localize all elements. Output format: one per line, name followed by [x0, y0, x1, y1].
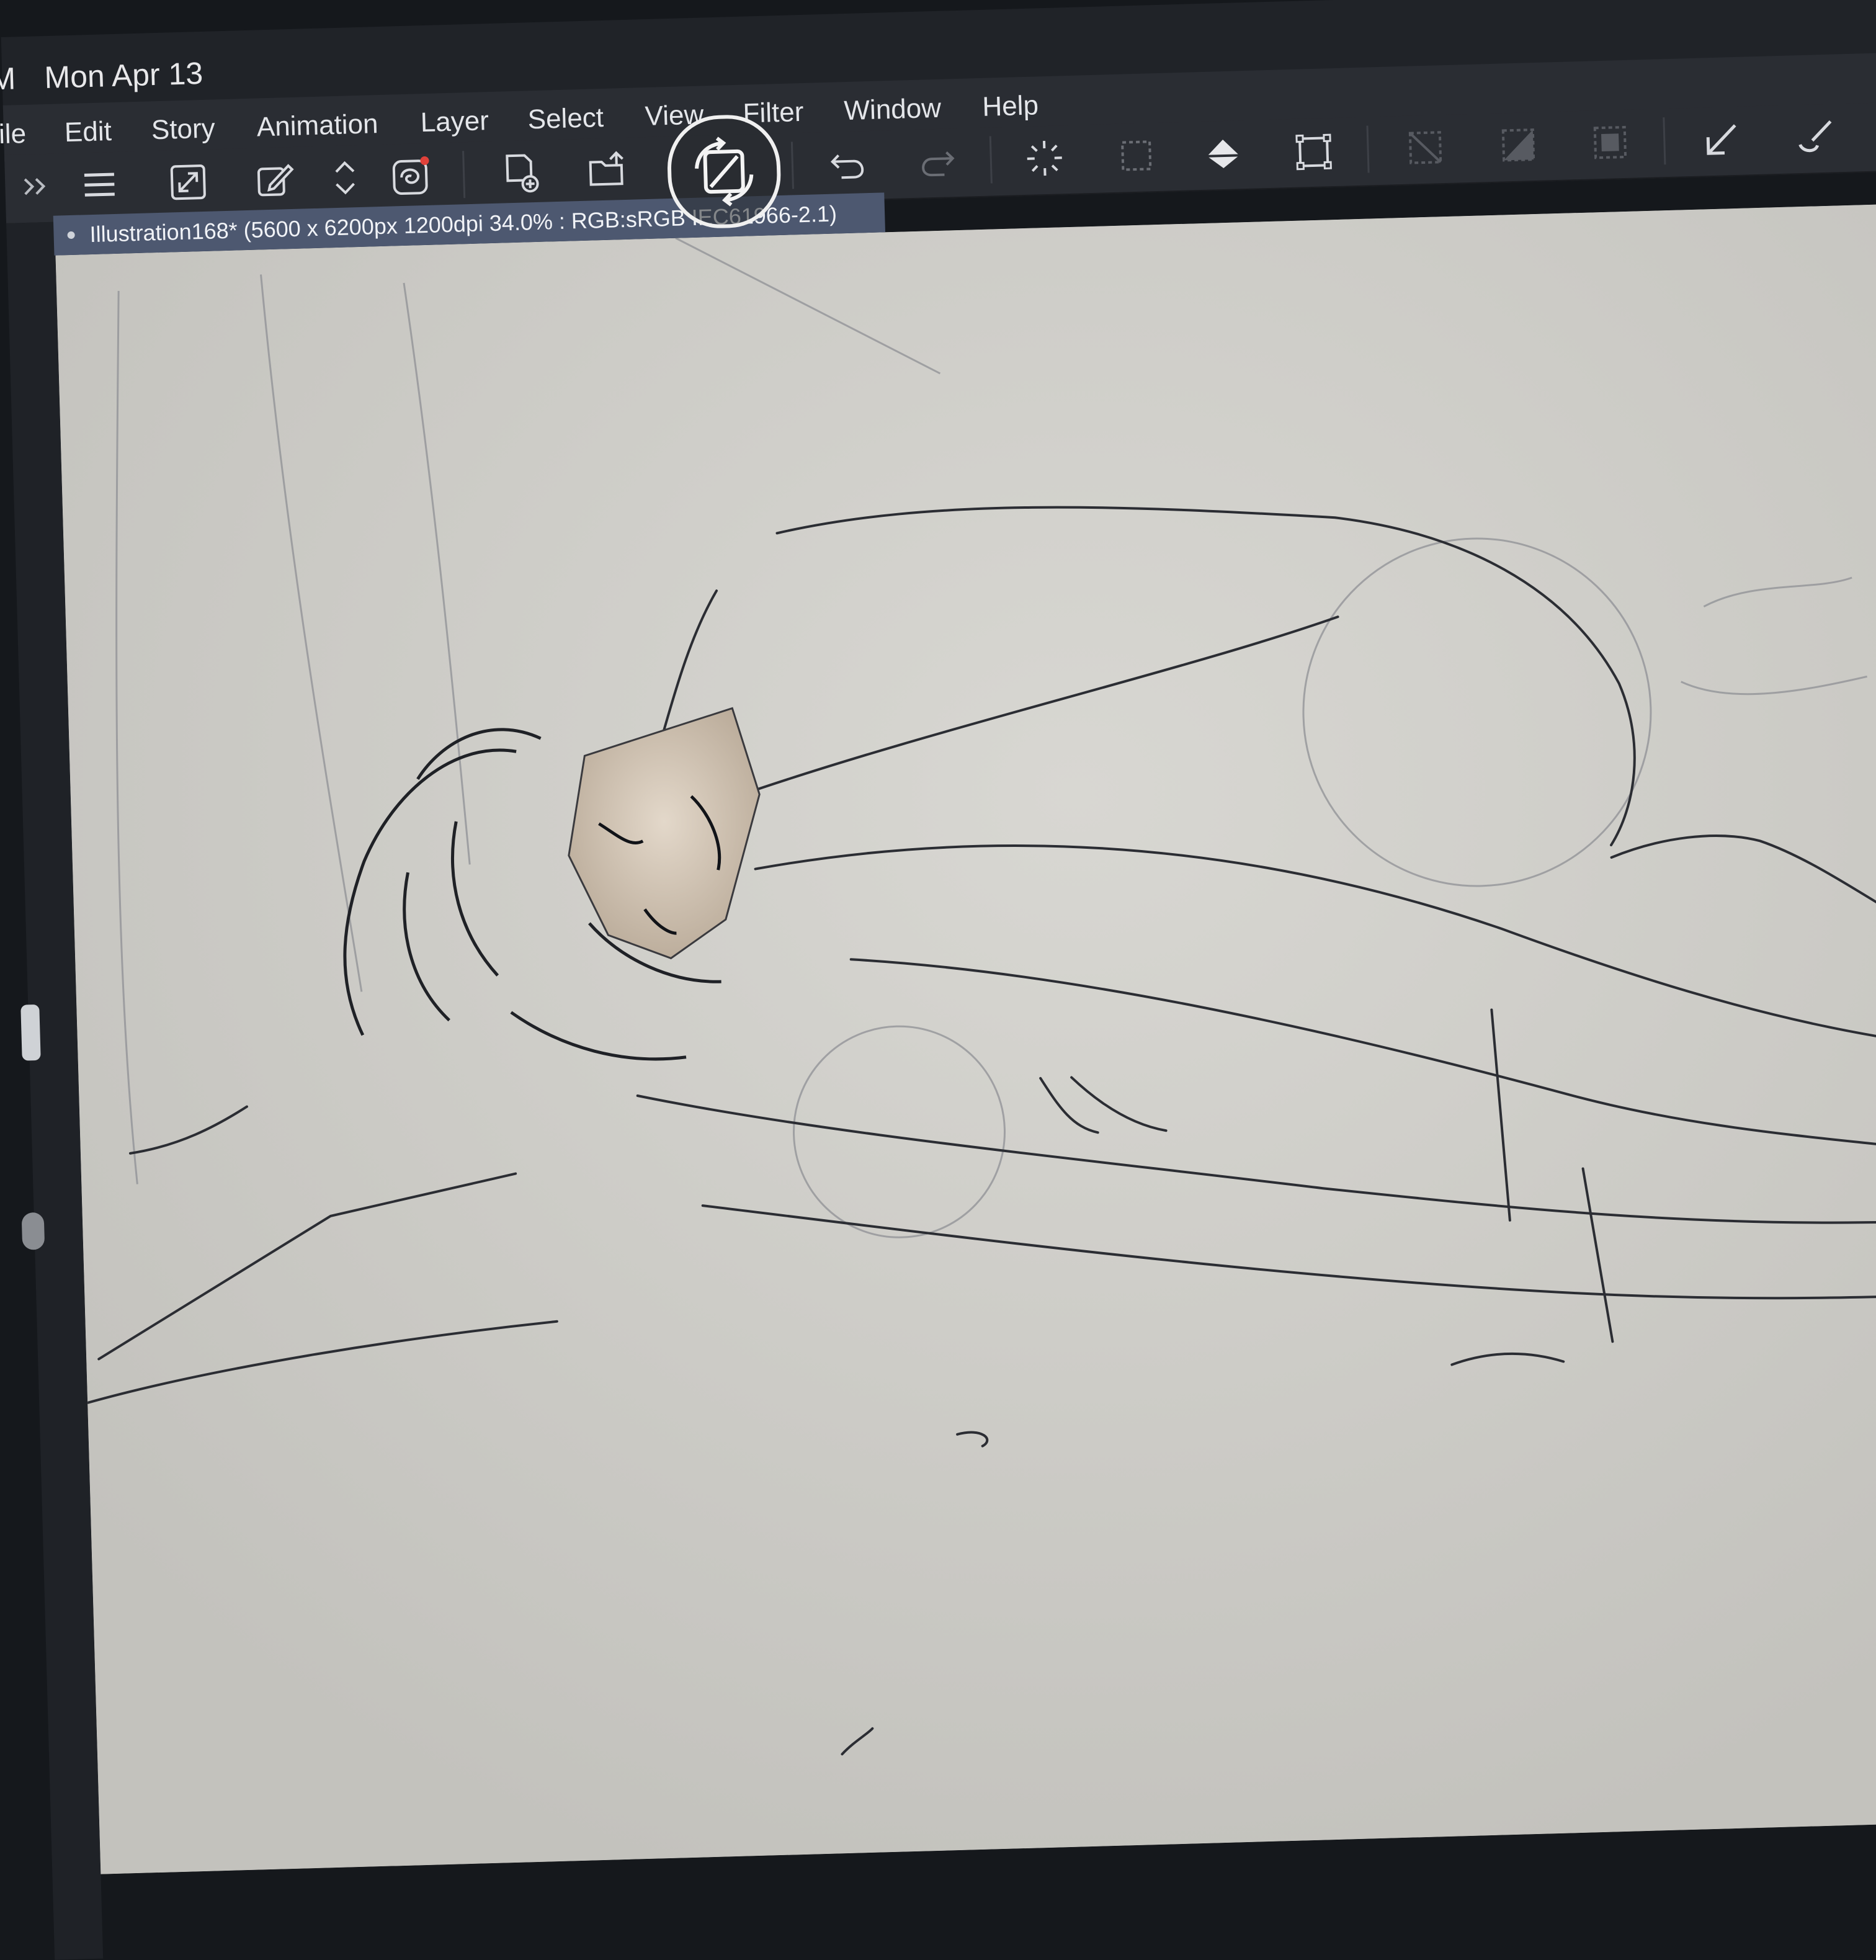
menu-window[interactable]: Window [844, 93, 942, 127]
undo-icon[interactable] [822, 138, 873, 189]
pen-tool-icon[interactable] [1696, 114, 1747, 164]
show-selection-icon[interactable] [1584, 117, 1635, 168]
selection-icon[interactable] [1111, 130, 1162, 181]
brush-tool-icon[interactable] [1790, 111, 1841, 162]
expand-panels-icon[interactable] [11, 161, 61, 212]
panel-scroll-knob[interactable] [21, 1212, 45, 1250]
invert-selection-icon[interactable] [1493, 120, 1543, 171]
new-file-icon[interactable] [496, 148, 547, 199]
status-time: M [0, 61, 16, 97]
sketch-illustration [55, 204, 1876, 1874]
menu-story[interactable]: Story [151, 113, 215, 146]
unsaved-dot-icon [67, 231, 75, 239]
quick-access-icon[interactable] [386, 150, 437, 201]
menu-help[interactable]: Help [982, 90, 1039, 123]
menu-file[interactable]: ile [0, 119, 27, 150]
open-folder-icon[interactable] [583, 145, 633, 196]
fullscreen-icon[interactable] [163, 157, 213, 208]
canvas-rotate-icon[interactable] [666, 114, 782, 230]
fill-icon[interactable] [1198, 128, 1249, 179]
panel-resize-handle[interactable] [20, 1004, 41, 1061]
edit-icon[interactable] [249, 154, 300, 205]
loading-spinner-icon[interactable] [1019, 133, 1070, 184]
menu-edit[interactable]: Edit [64, 116, 112, 148]
menu-animation[interactable]: Animation [256, 109, 378, 143]
menu-layer[interactable]: Layer [420, 105, 489, 138]
drawing-canvas[interactable] [55, 204, 1876, 1874]
transform-icon[interactable] [1289, 125, 1339, 176]
deselect-icon[interactable] [1400, 122, 1450, 173]
menu-select[interactable]: Select [527, 102, 604, 135]
hamburger-menu-icon[interactable] [74, 159, 125, 210]
up-down-icon[interactable] [319, 152, 370, 203]
redo-icon[interactable] [913, 136, 963, 187]
status-date: Mon Apr 13 [43, 55, 203, 96]
